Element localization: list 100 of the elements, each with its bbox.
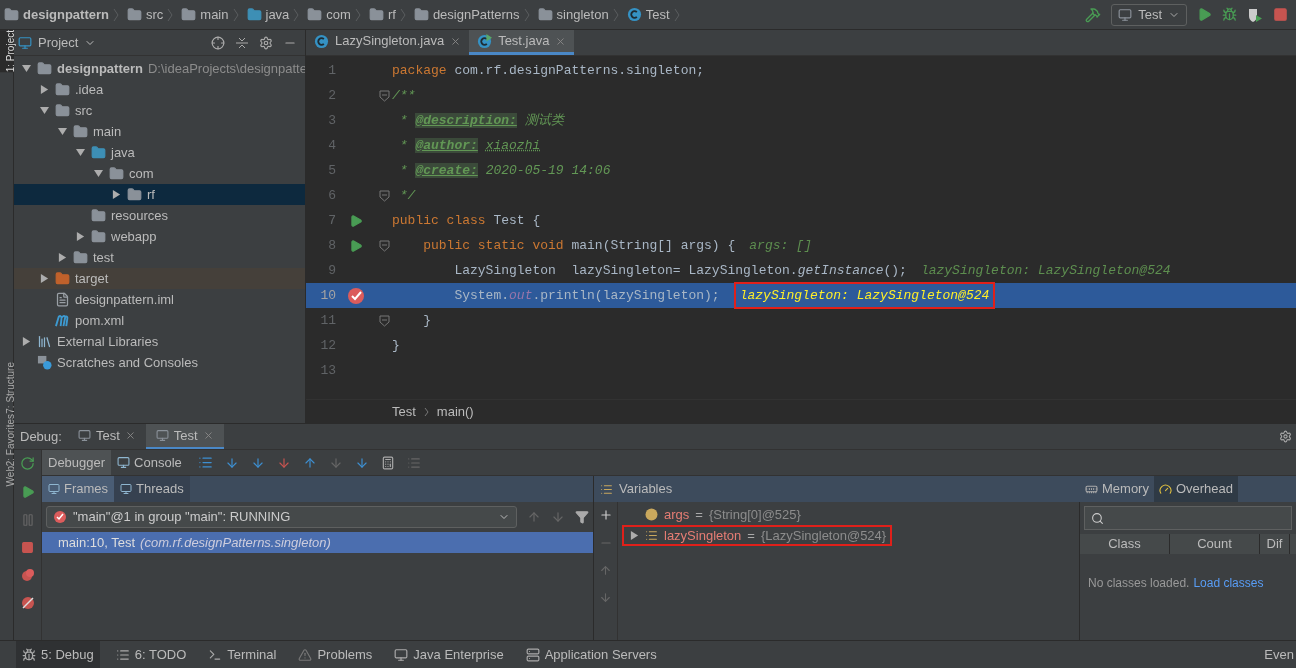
tree-item[interactable]: com: [14, 163, 305, 184]
breadcrumb[interactable]: src: [124, 4, 176, 25]
settings-icon[interactable]: [259, 35, 273, 50]
column-header[interactable]: Count: [1170, 534, 1260, 554]
collapse-arrow-icon[interactable]: [75, 148, 85, 157]
tool-window-button[interactable]: Application Servers: [519, 641, 663, 668]
expand-arrow-icon[interactable]: [111, 190, 121, 199]
coverage-icon[interactable]: [1247, 6, 1263, 23]
tree-item[interactable]: resources: [14, 205, 305, 226]
fold-icon[interactable]: [378, 189, 390, 202]
tree-item[interactable]: test: [14, 247, 305, 268]
load-classes-link[interactable]: Load classes: [1193, 574, 1264, 592]
fold-icon[interactable]: [378, 239, 390, 252]
breadcrumb[interactable]: singleton: [535, 4, 621, 25]
debugger-tab[interactable]: Console: [111, 450, 188, 475]
step-out-icon[interactable]: [302, 455, 317, 470]
project-view-dropdown[interactable]: Project: [38, 32, 97, 53]
breadcrumb[interactable]: rf: [366, 4, 408, 25]
stop-icon[interactable]: [1273, 7, 1288, 22]
expand-arrow-icon[interactable]: [57, 253, 67, 262]
libraries-icon: [37, 334, 52, 349]
variable-row[interactable]: lazySingleton = {LazySingleton@524}: [622, 525, 893, 546]
memory-tab[interactable]: Overhead: [1153, 476, 1239, 502]
locate-icon[interactable]: [211, 35, 225, 50]
breadcrumb[interactable]: designpattern: [2, 4, 121, 25]
breakpoints-icon[interactable]: [20, 568, 35, 582]
build-icon[interactable]: [1085, 6, 1102, 23]
close-icon[interactable]: [202, 430, 214, 441]
collapse-arrow-icon[interactable]: [57, 127, 67, 136]
memory-tab[interactable]: Memory: [1080, 476, 1154, 502]
tree-item[interactable]: rf: [14, 184, 305, 205]
stop-icon[interactable]: [21, 541, 34, 554]
mute-breakpoints-icon[interactable]: [20, 596, 35, 610]
stack-frame[interactable]: main:10, Test (com.rf.designPatterns.singleton): [42, 532, 593, 553]
debug-session-tab[interactable]: Test: [67, 424, 146, 449]
close-icon[interactable]: [450, 35, 462, 47]
expand-arrow-icon[interactable]: [630, 531, 639, 540]
event-log-button[interactable]: Even: [1264, 644, 1294, 665]
breadcrumb[interactable]: java: [244, 4, 302, 25]
column-header[interactable]: Class: [1080, 534, 1170, 554]
editor-tab[interactable]: Test.java: [469, 30, 575, 55]
tool-window-button[interactable]: Problems: [292, 641, 379, 668]
frames-list-icon[interactable]: [197, 455, 213, 470]
tool-window-button[interactable]: Terminal: [202, 641, 283, 668]
collapse-arrow-icon[interactable]: [93, 169, 103, 178]
search-field[interactable]: [1084, 506, 1292, 530]
editor-breadcrumb[interactable]: Test: [392, 401, 416, 422]
resume-icon[interactable]: [20, 485, 35, 499]
collapse-arrow-icon[interactable]: [21, 64, 31, 73]
tree-item[interactable]: main: [14, 121, 305, 142]
settings-icon[interactable]: [1279, 430, 1292, 443]
breadcrumb[interactable]: designPatterns: [411, 4, 532, 25]
breadcrumb[interactable]: main: [179, 4, 241, 25]
tree-item[interactable]: webapp: [14, 226, 305, 247]
run-icon[interactable]: [1197, 7, 1212, 22]
variable-row[interactable]: args = {String[0]@525}: [624, 504, 805, 525]
tree-item[interactable]: Scratches and Consoles: [14, 352, 305, 373]
column-header[interactable]: Dif: [1260, 534, 1290, 554]
debug-session-tab[interactable]: Test: [145, 424, 224, 449]
expand-arrow-icon[interactable]: [39, 85, 49, 94]
tool-window-tab[interactable]: 2: Favorites: [0, 413, 14, 467]
tree-item[interactable]: .idea: [14, 79, 305, 100]
debug-icon[interactable]: [1222, 7, 1237, 22]
tree-item[interactable]: target: [14, 268, 305, 289]
frames-tab[interactable]: Frames: [42, 476, 115, 502]
close-icon[interactable]: [124, 430, 136, 441]
tree-item[interactable]: External Libraries: [14, 331, 305, 352]
breakpoint-icon[interactable]: [347, 286, 365, 305]
fold-icon[interactable]: [378, 314, 390, 327]
expand-arrow-icon[interactable]: [39, 274, 49, 283]
tool-window-tab[interactable]: 1: Project: [0, 30, 14, 73]
run-config-dropdown[interactable]: Test: [1111, 3, 1187, 26]
breadcrumb[interactable]: Test: [624, 4, 682, 25]
tool-window-tab[interactable]: Web: [0, 466, 14, 487]
expand-arrow-icon[interactable]: [21, 337, 31, 346]
run-icon[interactable]: [349, 213, 363, 228]
rerun-icon[interactable]: [20, 456, 35, 471]
tree-item[interactable]: designpattern.iml: [14, 289, 305, 310]
fold-icon[interactable]: [378, 89, 390, 102]
frames-tab[interactable]: Threads: [114, 476, 190, 502]
breadcrumb[interactable]: com: [305, 4, 363, 25]
debugger-tab[interactable]: Debugger: [42, 450, 112, 475]
add-watch-icon[interactable]: [598, 508, 613, 522]
tool-window-button[interactable]: 5: Debug: [16, 641, 100, 668]
tree-item[interactable]: java: [14, 142, 305, 163]
editor-breadcrumb[interactable]: main(): [436, 401, 474, 422]
run-icon[interactable]: [349, 238, 363, 253]
close-icon[interactable]: [555, 35, 567, 47]
collapse-all-icon[interactable]: [235, 35, 249, 50]
editor-tab[interactable]: LazySingleton.java: [306, 30, 470, 55]
tree-item[interactable]: pom.xml: [14, 310, 305, 331]
tree-item[interactable]: src: [14, 100, 305, 121]
tool-window-tab[interactable]: 7: Structure: [0, 362, 14, 414]
expand-arrow-icon[interactable]: [75, 232, 85, 241]
tool-window-button[interactable]: Java Enterprise: [388, 641, 510, 668]
tool-window-button[interactable]: 6: TODO: [109, 641, 193, 668]
thread-dropdown[interactable]: "main"@1 in group "main": RUNNING: [46, 506, 517, 528]
evaluate-icon[interactable]: [380, 455, 395, 470]
collapse-arrow-icon[interactable]: [39, 106, 49, 115]
filter-icon[interactable]: [575, 510, 589, 524]
